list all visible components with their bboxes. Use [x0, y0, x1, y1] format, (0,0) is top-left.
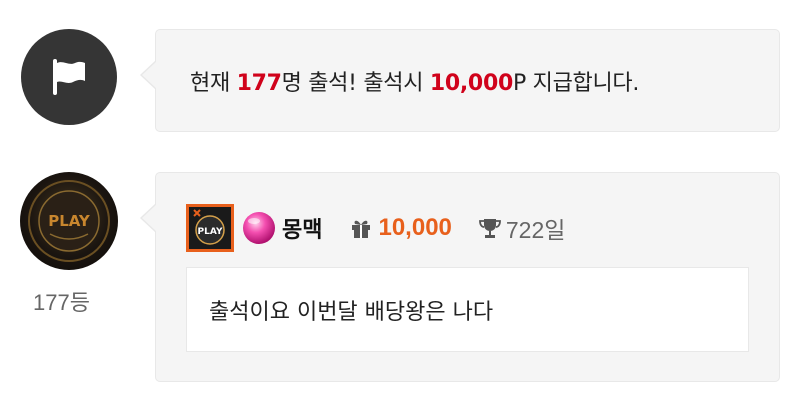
gift-icon	[352, 220, 371, 238]
comment-text: 출석이요 이번달 배당왕은 나다	[209, 300, 494, 325]
notice-bubble: 현재 177명 출석! 출석시 10,000P 지급합니다.	[140, 29, 780, 132]
notice-prefix: 현재	[190, 71, 237, 96]
badge-text: PLAY	[198, 227, 223, 237]
avatar-text: PLAY	[48, 212, 91, 230]
attendance-days: 722일	[505, 217, 566, 243]
avatar-logo: PLAY	[28, 180, 110, 262]
user-avatar[interactable]: PLAY	[20, 172, 118, 270]
notice-middle: 명 출석! 출석시	[281, 71, 430, 96]
notice-suffix: P 지급합니다.	[512, 71, 640, 96]
flag-icon	[53, 59, 85, 95]
rank-label: 177등	[33, 290, 90, 315]
trophy-icon	[478, 219, 501, 238]
notice-avatar	[21, 29, 117, 125]
points-value: 10,000	[378, 214, 452, 241]
level-icon	[243, 212, 275, 244]
comment-box: 출석이요 이번달 배당왕은 나다	[186, 267, 749, 352]
comment-meta: PLAY 몽맥 10,000 722일	[186, 203, 565, 253]
nickname[interactable]: 몽맥	[282, 212, 322, 244]
attendance-count: 177	[236, 71, 282, 96]
reward-amount: 10,000	[429, 71, 513, 96]
play-badge: PLAY	[186, 204, 234, 252]
notice-text: 현재 177명 출석! 출석시 10,000P 지급합니다.	[190, 65, 639, 97]
comment-bubble: PLAY 몽맥 10,000 722일 출석이요 이번달 배당왕은 나다	[140, 172, 780, 382]
